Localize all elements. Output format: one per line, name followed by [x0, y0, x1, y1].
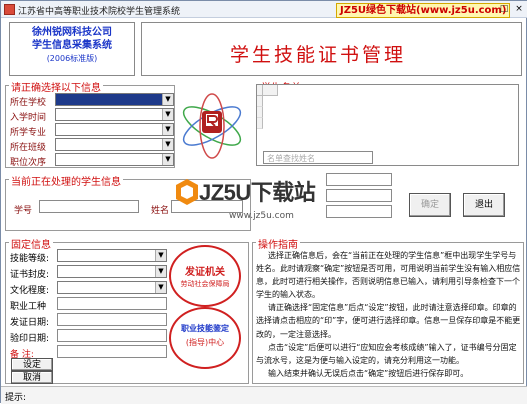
cert-cover-select[interactable]: ▼	[57, 265, 167, 278]
student-no-label: 学号	[14, 206, 33, 216]
fixed-info-label: 固定信息	[9, 236, 53, 251]
chevron-down-icon[interactable]: ▼	[155, 282, 166, 293]
confirm-button[interactable]: 确定	[409, 193, 451, 217]
company-name: 徐州锐网科技公司	[32, 27, 112, 38]
issue-date-field[interactable]	[57, 313, 167, 326]
close-icon[interactable]: ×	[512, 2, 526, 16]
student-filter-placeholder: 名单查找姓名	[267, 154, 315, 163]
seal1-text: 发证机关	[185, 267, 225, 278]
chevron-down-icon[interactable]: ▼	[162, 109, 173, 120]
info-field-2	[326, 189, 392, 202]
app-icon	[4, 4, 15, 15]
app-window: 江苏省中高等职业技术院校学生管理系统 JZ5U绿色下载站(www.jz5u.co…	[0, 0, 527, 404]
cert-cover-label: 证书封皮:	[10, 270, 50, 280]
status-text: 提示:	[5, 393, 27, 403]
student-name-label: 姓名	[151, 206, 170, 216]
remarks-field[interactable]	[57, 345, 167, 358]
current-student-label: 当前正在处理的学生信息	[9, 173, 123, 188]
atom-logo-icon	[182, 93, 242, 159]
student-no-field	[39, 200, 139, 213]
major-select[interactable]: ▼	[55, 123, 174, 136]
jz5u-url: www.jz5u.com	[229, 211, 294, 221]
chevron-down-icon[interactable]: ▼	[162, 139, 173, 150]
chevron-down-icon[interactable]: ▼	[162, 154, 173, 165]
issue-date-label: 发证日期:	[10, 318, 50, 328]
seal2-text: 职业技能鉴定	[181, 324, 229, 333]
help-paragraph: 选择正确信息后，会在“当前正在处理的学生信息”框中出现学生学号与姓名。此时请观察…	[256, 251, 521, 300]
major-label: 所学专业	[10, 128, 47, 138]
maximize-icon[interactable]: □	[497, 2, 511, 16]
edition-label: (2006标准版)	[46, 54, 98, 63]
grid-header-cell	[263, 85, 278, 96]
occupation-field[interactable]	[57, 297, 167, 310]
position-order-label: 职位次序	[10, 158, 47, 168]
status-bar: 提示:	[1, 386, 527, 404]
info-field-1	[326, 173, 392, 186]
system-name: 学生信息采集系统	[32, 40, 112, 51]
stamp-date-field[interactable]	[57, 329, 167, 342]
occupation-label: 职业工种	[10, 302, 47, 312]
grid-row-header	[257, 118, 263, 129]
student-filter-input[interactable]: 名单查找姓名	[263, 151, 373, 164]
class-select[interactable]: ▼	[55, 138, 174, 151]
selection-group-label: 请正确选择以下信息	[9, 79, 103, 94]
chevron-down-icon[interactable]: ▼	[162, 94, 173, 105]
title-frame	[141, 22, 522, 76]
jz5u-logo-icon	[176, 179, 198, 205]
position-order-select[interactable]: ▼	[55, 153, 174, 166]
seal1-subtext: 劳动社会保障局	[180, 280, 230, 288]
watermark-banner: JZ5U绿色下载站(www.jz5u.com)	[336, 3, 511, 18]
info-field-3	[326, 205, 392, 218]
skill-center-seal[interactable]: 职业技能鉴定 (指导)中心	[169, 307, 241, 369]
enroll-time-label: 入学时间	[10, 113, 47, 123]
school-label: 所在学校	[10, 98, 47, 108]
education-select[interactable]: ▼	[57, 281, 167, 294]
jz5u-brand: JZ5U下载站	[199, 180, 316, 205]
issuing-authority-seal[interactable]: 发证机关 劳动社会保障局	[169, 245, 241, 307]
jz5u-overlay: JZ5U下载站 www.jz5u.com	[174, 171, 319, 227]
skill-level-label: 技能等级:	[10, 254, 50, 264]
help-paragraph: 输入结束并确认无误后点击“确定”按钮后进行保存即可。	[268, 368, 469, 378]
window-title: 江苏省中高等职业技术院校学生管理系统	[18, 7, 181, 17]
cancel-button[interactable]: 取消	[11, 371, 53, 384]
school-select[interactable]: ▼	[55, 93, 174, 106]
class-label: 所在班级	[10, 143, 47, 153]
chevron-down-icon[interactable]: ▼	[162, 124, 173, 135]
help-text: 选择正确信息后，会在“当前正在处理的学生信息”框中出现学生学号与姓名。此时请观察…	[256, 249, 522, 380]
company-box: 徐州锐网科技公司 学生信息采集系统 (2006标准版)	[9, 22, 135, 76]
title-bar: 江苏省中高等职业技术院校学生管理系统 JZ5U绿色下载站(www.jz5u.co…	[1, 1, 527, 18]
help-paragraph: 点击“设定”后便可以进行“应知应会考核成绩”输入了，证书编号分固定与流水号，这是…	[256, 342, 517, 365]
chevron-down-icon[interactable]: ▼	[155, 250, 166, 261]
enroll-time-select[interactable]: ▼	[55, 108, 174, 121]
help-paragraph: 请正确选择“固定信息”后点“设定”按钮，此时请注意选择印章。印章的选择请点击相应…	[256, 303, 521, 339]
set-button[interactable]: 设定	[11, 358, 53, 371]
education-label: 文化程度:	[10, 286, 50, 296]
grid-row-header	[257, 96, 263, 107]
stamp-date-label: 验印日期:	[10, 334, 50, 344]
grid-row-header	[257, 107, 263, 118]
chevron-down-icon[interactable]: ▼	[155, 266, 166, 277]
skill-level-select[interactable]: ▼	[57, 249, 167, 262]
seal2-subtext: (指导)中心	[185, 338, 225, 347]
exit-button[interactable]: 退出	[463, 193, 505, 217]
